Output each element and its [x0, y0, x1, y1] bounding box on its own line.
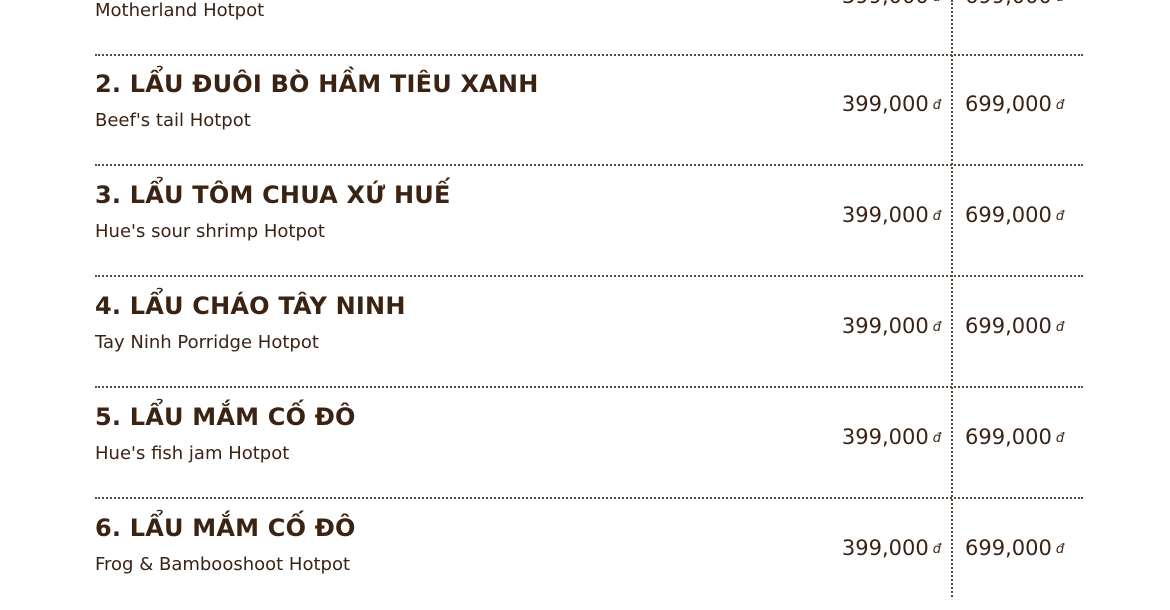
- currency-symbol: đ: [933, 0, 941, 5]
- menu-item-title: 3. LẨU TÔM CHUA XỨ HUẾ: [95, 181, 451, 209]
- price-small: 399,000đ: [842, 425, 941, 449]
- menu-item: 3. LẨU TÔM CHUA XỨ HUẾ Hue's sour shrimp…: [95, 167, 1083, 277]
- price-small-value: 399,000: [841, 314, 929, 338]
- row-separator: [95, 386, 1083, 388]
- price-large-value: 699,000: [965, 92, 1052, 116]
- menu-item-subtitle: Hue's fish jam Hotpot: [95, 443, 290, 464]
- menu-item-title: 4. LẨU CHÁO TÂY NINH: [95, 292, 406, 320]
- price-large: 699,000đ: [965, 92, 1064, 116]
- menu-item: 5. LẨU MẮM CỐ ĐÔ Hue's fish jam Hotpot 3…: [95, 389, 1083, 499]
- menu-item-title: 6. LẨU MẮM CỐ ĐÔ: [95, 514, 356, 542]
- price-small: 399,000đ: [842, 203, 941, 227]
- price-large: 699,000 đ: [965, 0, 1064, 8]
- row-separator: [95, 275, 1083, 277]
- currency-symbol: đ: [1056, 0, 1064, 5]
- price-large-value: 699,000: [965, 314, 1052, 338]
- menu-item-subtitle: Hue's sour shrimp Hotpot: [95, 221, 325, 242]
- currency-symbol: đ: [1055, 431, 1065, 446]
- currency-symbol: đ: [932, 209, 941, 224]
- menu-item-subtitle: Tay Ninh Porridge Hotpot: [95, 332, 319, 353]
- price-large: 699,000đ: [965, 425, 1064, 449]
- price-large: 699,000đ: [965, 203, 1064, 227]
- menu-item-title: 2. LẨU ĐUÔI BÒ HẦM TIÊU XANH: [95, 70, 539, 98]
- price-large: 699,000đ: [965, 314, 1064, 338]
- price-small: 399,000đ: [842, 314, 941, 338]
- currency-symbol: đ: [1055, 320, 1065, 335]
- currency-symbol: đ: [932, 431, 941, 446]
- menu-item: 2. LẨU ĐUÔI BÒ HẦM TIÊU XANH Beef's tail…: [95, 56, 1083, 166]
- price-small-value: 399,000: [842, 0, 929, 8]
- menu-item: 6. LẨU MẮM CỐ ĐÔ Frog & Bambooshoot Hotp…: [95, 500, 1083, 610]
- price-large-value: 699,000: [965, 536, 1052, 560]
- price-large-value: 699,000: [965, 0, 1052, 8]
- menu-item-subtitle: Motherland Hotpot: [95, 0, 265, 21]
- hotpot-menu: Motherland Hotpot 399,000đ 699,000đ 2. L…: [0, 0, 1170, 597]
- currency-symbol: đ: [932, 98, 941, 113]
- price-small-value: 399,000: [841, 425, 929, 449]
- currency-symbol: đ: [1055, 209, 1065, 224]
- price-small-value: 399,000: [841, 536, 929, 560]
- menu-item: 4. LẨU CHÁO TÂY NINH Tay Ninh Porridge H…: [95, 278, 1083, 388]
- price-small-value: 399,000: [841, 92, 929, 116]
- row-separator: [95, 164, 1083, 166]
- currency-symbol: đ: [932, 320, 941, 335]
- menu-item-title: 5. LẨU MẮM CỐ ĐÔ: [95, 403, 356, 431]
- menu-item-subtitle: Frog & Bambooshoot Hotpot: [95, 554, 351, 575]
- price-large-value: 699,000: [965, 425, 1052, 449]
- currency-symbol: đ: [932, 542, 941, 557]
- row-separator: [95, 497, 1083, 499]
- currency-symbol: đ: [1055, 98, 1065, 113]
- price-large-value: 699,000: [965, 203, 1052, 227]
- price-large: 699,000đ: [965, 536, 1064, 560]
- price-small: 399,000đ: [842, 536, 941, 560]
- price-small: 399,000đ: [842, 92, 941, 116]
- menu-item: Motherland Hotpot 399,000 đ 699,000 đ: [95, 0, 1083, 56]
- menu-item-subtitle: Beef's tail Hotpot: [95, 110, 251, 131]
- currency-symbol: đ: [1055, 542, 1065, 557]
- price-small: 399,000 đ: [842, 0, 941, 8]
- price-small-value: 399,000: [841, 203, 929, 227]
